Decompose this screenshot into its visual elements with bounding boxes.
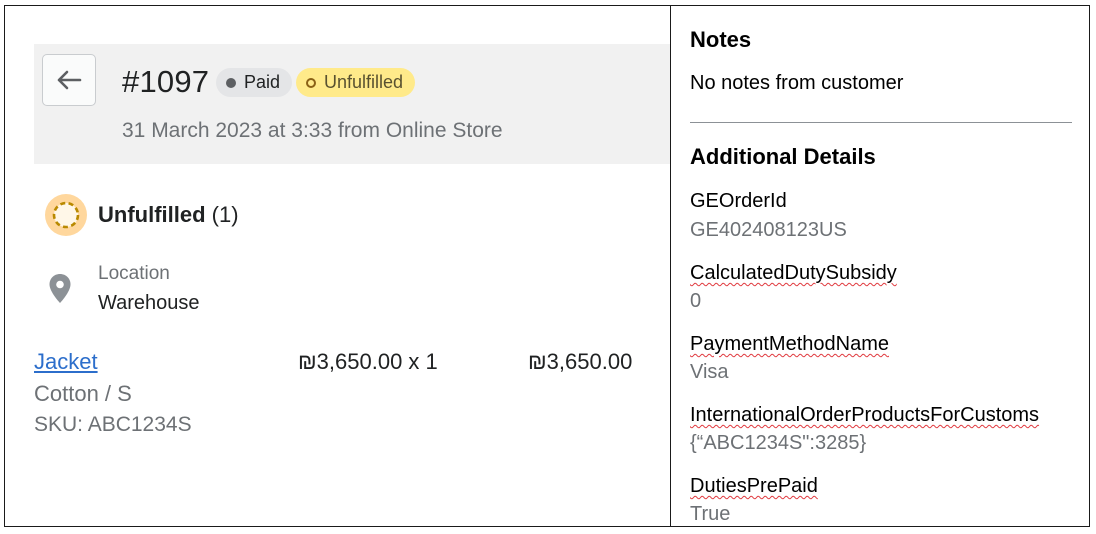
- panel-divider: [670, 5, 671, 527]
- detail-key-paymentmethodname: PaymentMethodName: [690, 333, 889, 355]
- product-link[interactable]: Jacket: [34, 349, 98, 375]
- detail-value-dutiesprepaid: True: [690, 503, 731, 525]
- paid-badge: Paid: [216, 68, 293, 97]
- detail-key-georderid: GEOrderId: [690, 190, 787, 212]
- product-variant: Cotton / S: [34, 381, 132, 406]
- detail-value-georderid: GE402408123US: [690, 219, 847, 241]
- detail-value-paymentmethodname: Visa: [690, 361, 729, 383]
- detail-value-internationalorderproductsforcustoms: {“ABC1234S":3285}: [690, 432, 867, 454]
- order-header: #1097 Paid Unfulfilled 31 March 2023 at …: [34, 44, 670, 164]
- unit-price: ₪3,650.00 x 1: [298, 349, 438, 374]
- product-sku: SKU: ABC1234S: [34, 413, 192, 436]
- additional-details-title: Additional Details: [690, 144, 876, 169]
- detail-key-internationalorderproductsforcustoms: InternationalOrderProductsForCustoms: [690, 404, 1040, 426]
- paid-dot-icon: [226, 77, 236, 88]
- notes-title: Notes: [690, 27, 752, 52]
- arrow-left-icon: [57, 70, 82, 90]
- back-button[interactable]: [42, 54, 96, 106]
- unfulfilled-dot-icon: [306, 77, 316, 88]
- unfulfilled-circle-icon: [45, 194, 87, 236]
- detail-key-dutiesprepaid: DutiesPrePaid: [690, 475, 818, 497]
- order-date: 31 March 2023 at 3:33 from Online Store: [122, 119, 503, 142]
- fulfillment-count: (1): [211, 202, 239, 227]
- paid-badge-label: Paid: [244, 72, 281, 92]
- fulfillment-title-text: Unfulfilled: [98, 202, 206, 227]
- unfulfilled-badge: Unfulfilled: [296, 68, 416, 97]
- unfulfilled-badge-label: Unfulfilled: [324, 72, 404, 92]
- notes-divider: [690, 122, 1072, 123]
- line-total: ₪3,650.00: [528, 349, 633, 374]
- location-label: Location: [98, 263, 170, 284]
- fulfillment-title: Unfulfilled (1): [98, 202, 239, 228]
- order-number: #1097: [122, 64, 210, 99]
- detail-key-calculateddutysubsidy: CalculatedDutySubsidy: [690, 262, 897, 284]
- detail-value-calculateddutysubsidy: 0: [690, 290, 702, 312]
- location-pin-icon: [49, 274, 71, 303]
- location-value: Warehouse: [98, 292, 200, 314]
- notes-text: No notes from customer: [690, 72, 904, 94]
